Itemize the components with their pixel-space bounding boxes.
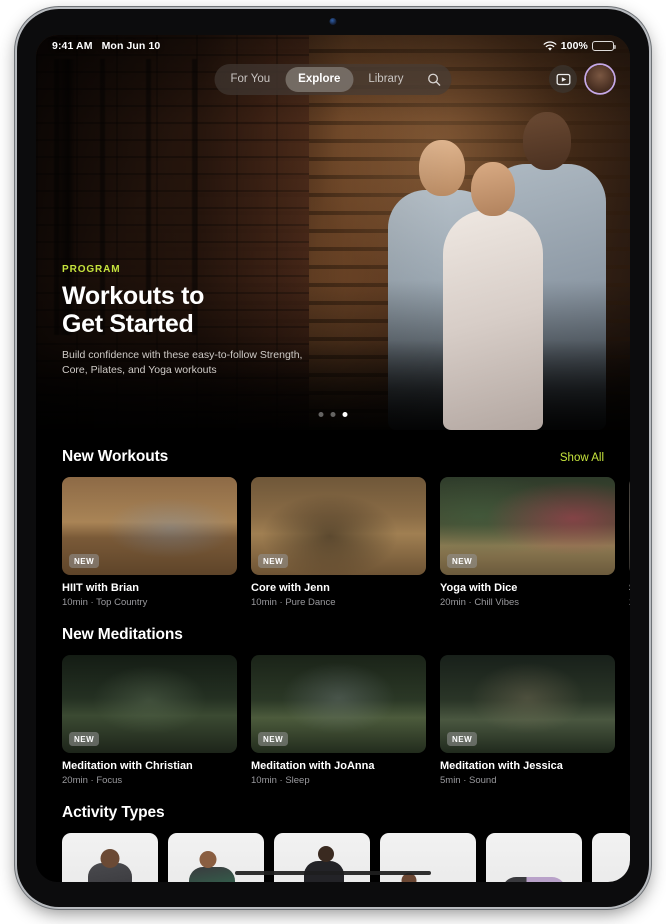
card-meta: 10min · Top Country — [62, 597, 148, 608]
airplay-video-button[interactable] — [549, 65, 577, 93]
status-bar-right: 100% — [543, 40, 616, 52]
front-camera-icon — [329, 18, 337, 25]
battery-percent-label: 100% — [560, 40, 588, 52]
content-area: New Workouts Show All NEW HIIT with Bria… — [36, 430, 630, 882]
workout-card-core[interactable]: NEW Core with Jenn 10min · Pure Dance — [251, 477, 426, 608]
new-workouts-row[interactable]: NEW HIIT with Brian 10min · Top Country … — [36, 477, 630, 608]
meditation-thumbnail: NEW — [251, 655, 426, 753]
card-title: St — [629, 582, 630, 594]
meditation-card-christian[interactable]: NEW Meditation with Christian 20min · Fo… — [62, 655, 237, 786]
airplay-video-icon — [556, 73, 570, 85]
card-meta: 20 — [629, 597, 630, 608]
nav-right-controls — [549, 59, 614, 99]
section-header-new-meditations: New Meditations — [36, 608, 630, 655]
card-title: HIIT with Brian — [62, 582, 139, 594]
tab-library[interactable]: Library — [355, 67, 416, 92]
home-indicator[interactable] — [235, 870, 431, 875]
page-dot-3[interactable] — [342, 412, 348, 417]
new-badge: NEW — [69, 554, 100, 568]
person-torso — [189, 867, 236, 882]
search-icon — [427, 73, 440, 86]
trainer-body — [443, 210, 543, 430]
workout-thumbnail: NEW — [62, 477, 237, 575]
activity-card-6[interactable] — [592, 833, 630, 882]
card-title: Meditation with Christian — [62, 760, 193, 772]
card-meta: 20min · Chill Vibes — [440, 597, 520, 608]
card-meta: 10min · Pure Dance — [251, 597, 336, 608]
hero-banner[interactable]: For You Explore Library PROGRAM Workouts… — [36, 35, 630, 430]
hero-subtitle: Build confidence with these easy-to-foll… — [62, 349, 303, 377]
wifi-icon — [543, 40, 557, 51]
tab-for-you[interactable]: For You — [218, 67, 284, 92]
profile-avatar[interactable] — [586, 65, 614, 93]
person-head — [100, 849, 120, 868]
card-meta: 20min · Focus — [62, 775, 123, 786]
hero-title-line-1: Workouts to — [62, 282, 205, 311]
section-header-activity-types: Activity Types — [36, 786, 630, 833]
new-badge: NEW — [258, 554, 289, 568]
workout-thumbnail: NEW — [440, 477, 615, 575]
workout-card-strength-partial[interactable]: NEW St 20 — [629, 477, 630, 608]
status-time: 9:41 AM — [52, 40, 93, 52]
section-header-new-workouts: New Workouts Show All — [36, 430, 630, 477]
card-title: Meditation with JoAnna — [251, 760, 375, 772]
section-title: Activity Types — [62, 804, 165, 821]
section-title: New Workouts — [62, 448, 169, 465]
card-title: Core with Jenn — [251, 582, 330, 594]
ipad-device: 9:41 AM Mon Jun 10 100% For You Explore … — [17, 9, 649, 907]
person-head — [317, 846, 334, 862]
meditation-thumbnail: NEW — [62, 655, 237, 753]
meditation-thumbnail: NEW — [440, 655, 615, 753]
status-bar-left: 9:41 AM Mon Jun 10 — [52, 40, 160, 52]
page-dot-2[interactable] — [330, 412, 336, 417]
new-badge: NEW — [447, 554, 478, 568]
new-badge: NEW — [447, 732, 478, 746]
ipad-screen: 9:41 AM Mon Jun 10 100% For You Explore … — [36, 35, 630, 882]
hero-trainer-center — [440, 162, 546, 430]
meditation-card-jessica[interactable]: NEW Meditation with Jessica 5min · Sound — [440, 655, 615, 786]
card-title: Yoga with Dice — [440, 582, 518, 594]
tab-explore[interactable]: Explore — [285, 66, 354, 92]
workout-thumbnail: NEW — [629, 477, 630, 575]
activity-card-5[interactable] — [486, 833, 582, 882]
status-date: Mon Jun 10 — [101, 40, 161, 52]
meditation-card-joanna[interactable]: NEW Meditation with JoAnna 10min · Sleep — [251, 655, 426, 786]
hero-page-dots[interactable] — [318, 412, 348, 417]
new-badge: NEW — [69, 732, 100, 746]
activity-card-1[interactable] — [62, 833, 158, 882]
card-meta: 10min · Sleep — [251, 775, 310, 786]
status-bar: 9:41 AM Mon Jun 10 100% — [36, 35, 630, 57]
segmented-control[interactable]: For You Explore Library — [214, 63, 452, 95]
new-meditations-row[interactable]: NEW Meditation with Christian 20min · Fo… — [36, 655, 630, 786]
trainer-head — [471, 162, 515, 216]
card-meta: 5min · Sound — [440, 775, 497, 786]
workout-card-yoga[interactable]: NEW Yoga with Dice 20min · Chill Vibes — [440, 477, 615, 608]
battery-full-icon — [592, 40, 616, 52]
show-all-new-workouts[interactable]: Show All — [560, 452, 604, 464]
search-button[interactable] — [419, 72, 449, 87]
section-title: New Meditations — [62, 626, 183, 643]
hero-title-line-2: Get Started — [62, 310, 194, 339]
person-head — [199, 851, 217, 868]
navigation-bar: For You Explore Library — [36, 59, 630, 99]
hero-title: Workouts to Get Started — [62, 282, 312, 338]
workout-card-hiit[interactable]: NEW HIIT with Brian 10min · Top Country — [62, 477, 237, 608]
workout-thumbnail: NEW — [251, 477, 426, 575]
page-dot-1[interactable] — [318, 412, 324, 417]
hero-kicker: PROGRAM — [62, 264, 121, 276]
card-title: Meditation with Jessica — [440, 760, 563, 772]
person-torso — [502, 877, 566, 882]
new-badge: NEW — [258, 732, 289, 746]
hero-copy: PROGRAM Workouts to Get Started Build co… — [62, 264, 312, 378]
